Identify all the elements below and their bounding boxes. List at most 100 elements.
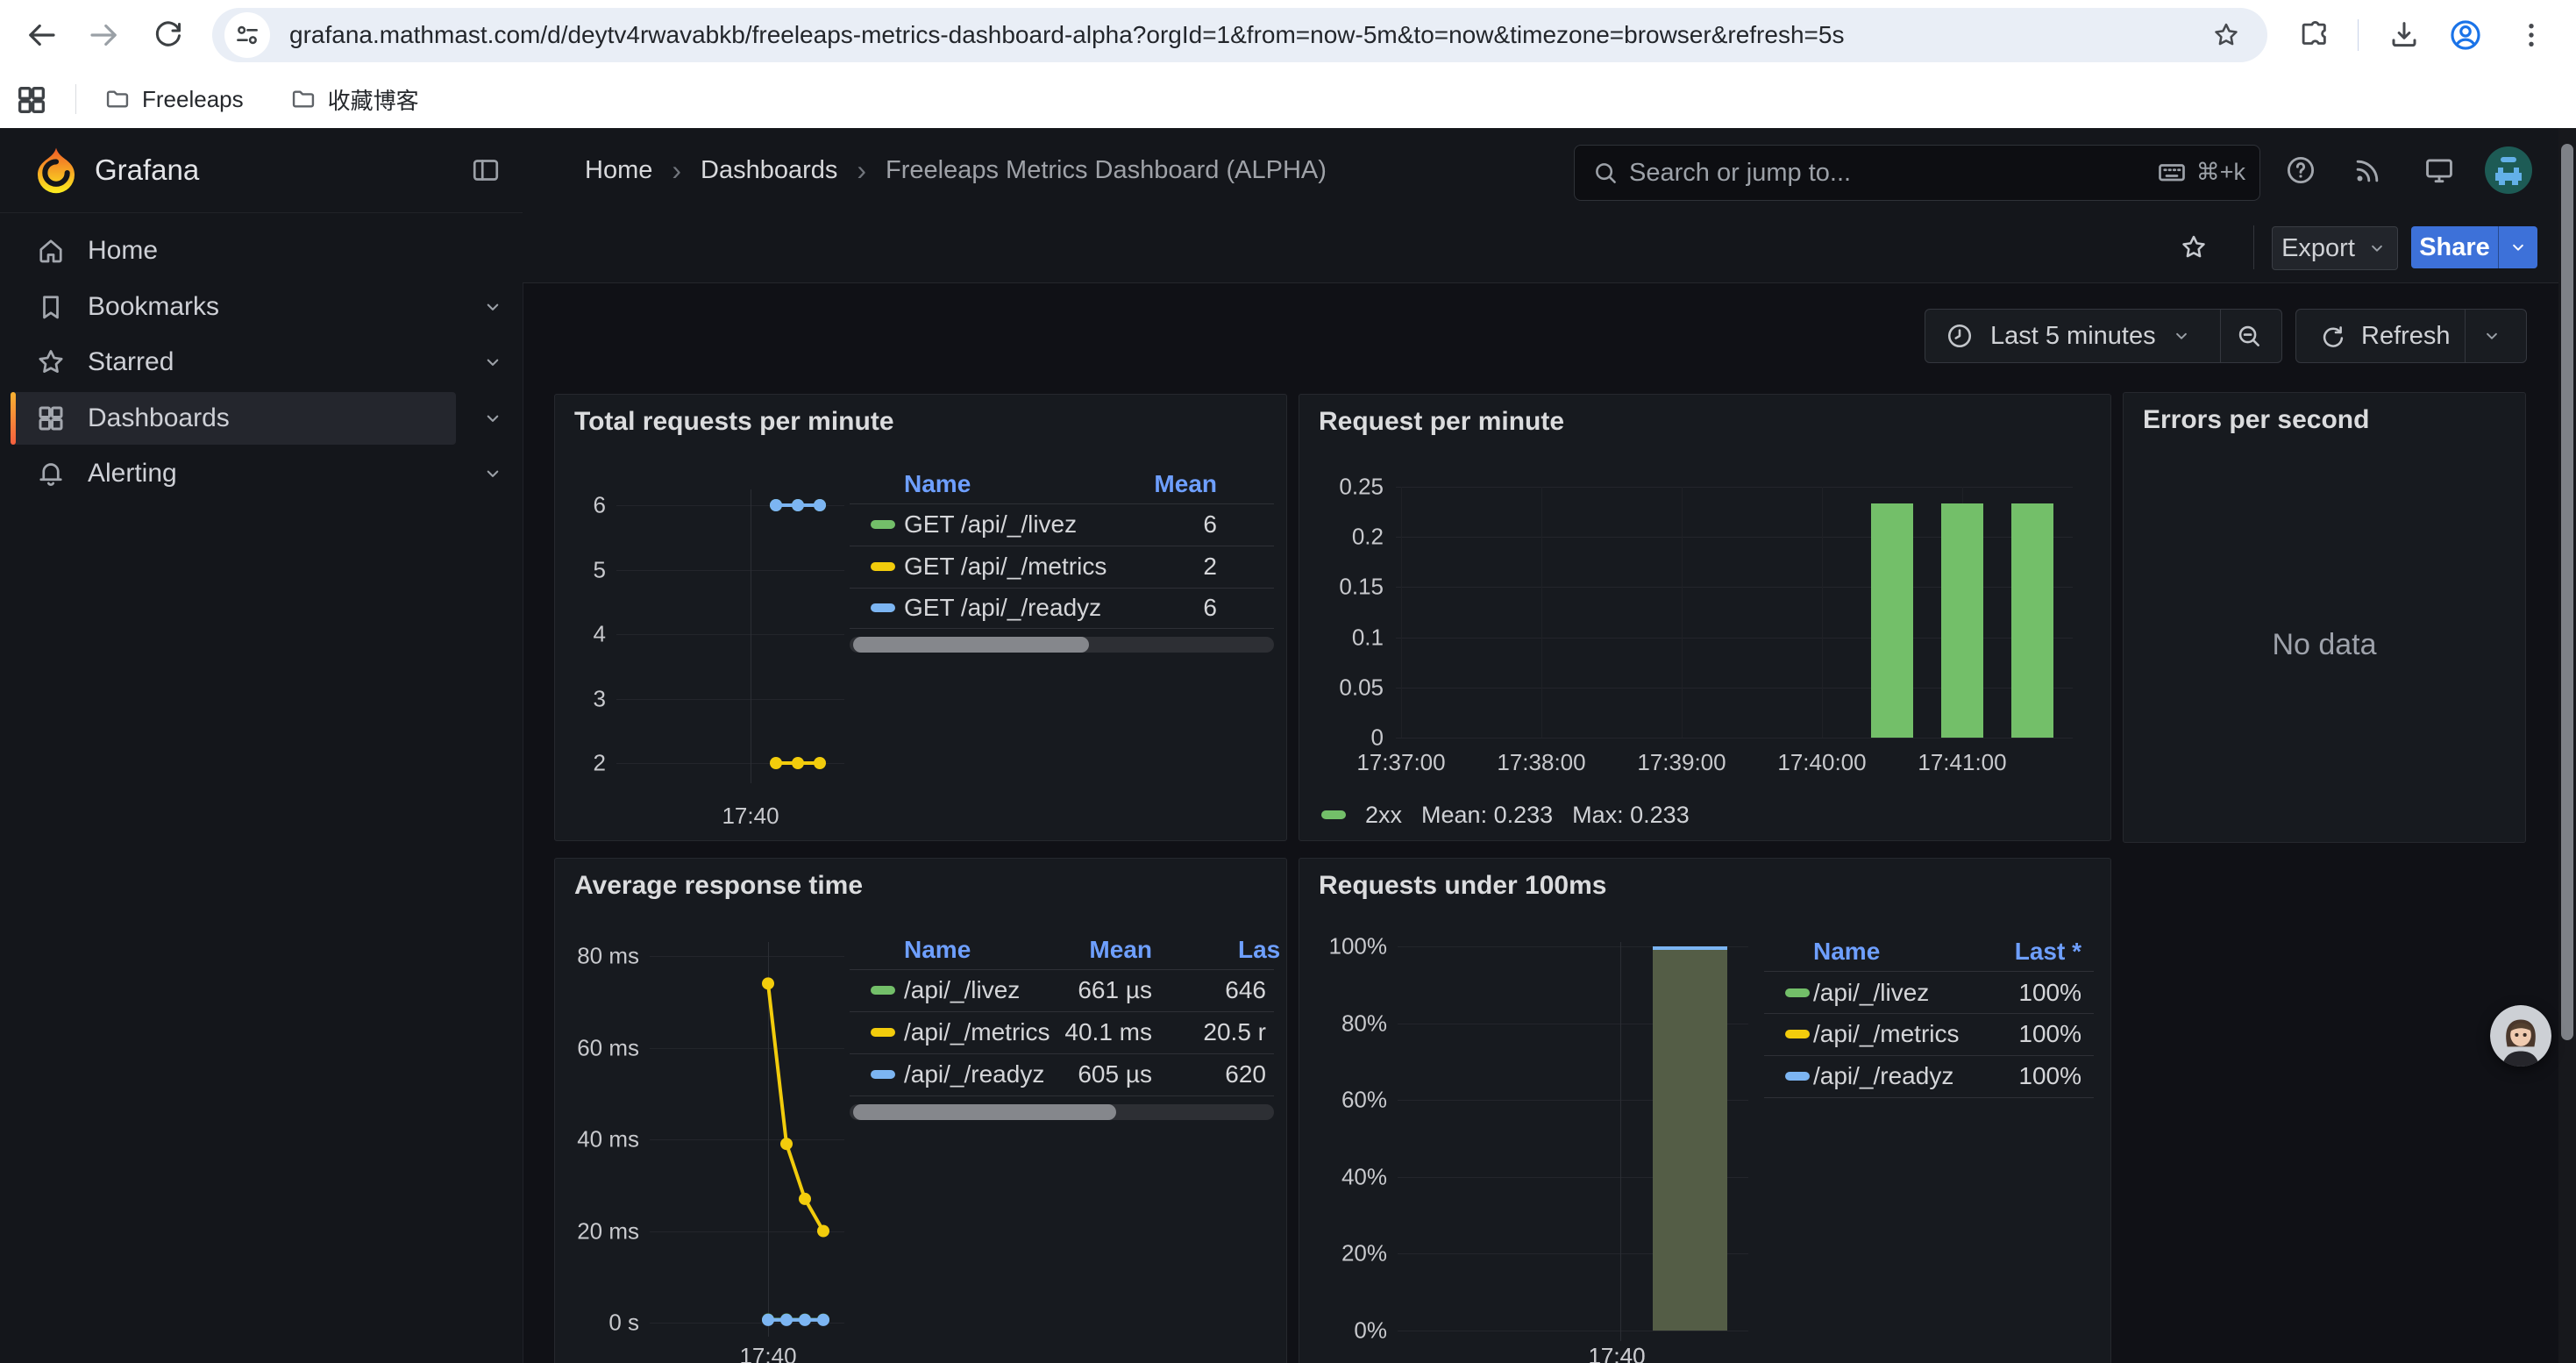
apps-grid-icon[interactable]: [14, 82, 49, 118]
breadcrumb-separator: ›: [857, 154, 866, 187]
subheader-divider: [2253, 225, 2254, 269]
x-axis-label: 17:41:00: [1918, 749, 2006, 776]
site-settings-circle[interactable]: [224, 12, 270, 58]
legend-column-header[interactable]: Las: [1238, 936, 1280, 964]
forward-icon[interactable]: [86, 17, 123, 54]
row-separator: [850, 588, 1274, 589]
x-axis-label: 17:40: [1588, 1343, 1645, 1363]
data-point: [817, 1314, 829, 1326]
page-scrollbar-thumb[interactable]: [2561, 144, 2573, 1040]
data-point: [780, 1314, 793, 1326]
gridline-vertical: [1401, 487, 1402, 738]
data-point: [799, 1314, 811, 1326]
panel-total-requests-per-minute: Total requests per minute 6543217:40 Nam…: [554, 394, 1287, 841]
bookmark-star-icon[interactable]: [2211, 20, 2241, 50]
row-separator: [1764, 1097, 2094, 1098]
share-menu-chevron[interactable]: [2498, 226, 2537, 268]
reload-icon[interactable]: [151, 18, 186, 53]
breadcrumb-item[interactable]: Home: [585, 156, 652, 185]
gridline-vertical: [1682, 487, 1683, 738]
data-point: [814, 757, 826, 769]
y-axis-label: 0.1: [1299, 624, 1384, 652]
bookmark-item[interactable]: 收藏博客: [289, 83, 419, 116]
x-axis-label: 17:40:00: [1777, 749, 1866, 776]
bookmarks-divider: [75, 84, 76, 114]
collapse-sidebar-icon[interactable]: [470, 154, 502, 186]
browser-menu-icon[interactable]: [2515, 18, 2548, 52]
grafana-topnav: Home›Dashboards›Freeleaps Metrics Dashbo…: [523, 128, 2558, 213]
x-axis-label: 17:39:00: [1637, 749, 1726, 776]
data-point: [770, 757, 782, 769]
data-point: [792, 757, 804, 769]
bookmark-icon: [35, 291, 67, 323]
gridline: [1396, 738, 2073, 739]
grafana-logo[interactable]: [32, 146, 81, 195]
legend-column-header[interactable]: Last *: [1764, 938, 2081, 966]
user-avatar[interactable]: [2485, 146, 2532, 194]
y-axis-label: 60%: [1299, 1087, 1387, 1114]
floating-assistant-avatar[interactable]: [2490, 1005, 2551, 1067]
row-separator: [850, 1053, 1274, 1054]
row-separator: [850, 1011, 1274, 1012]
legend-column-header[interactable]: Mean: [850, 936, 1152, 964]
url-text[interactable]: grafana.mathmast.com/d/deytv4rwavabkb/fr…: [289, 8, 1844, 62]
search-shortcut: ⌘+k: [2156, 146, 2245, 198]
favorite-star-icon[interactable]: [2179, 232, 2209, 262]
extensions-icon[interactable]: [2297, 18, 2330, 52]
legend-cell-value: 6: [850, 594, 1217, 622]
data-point: [762, 1314, 774, 1326]
help-icon[interactable]: [2284, 153, 2317, 187]
legend-column-header[interactable]: Mean: [850, 470, 1217, 498]
share-button[interactable]: Share: [2411, 226, 2537, 268]
chevron-down-icon[interactable]: [480, 350, 505, 375]
legend-cell-value: 100%: [1764, 1062, 2081, 1090]
breadcrumb: Home›Dashboards›Freeleaps Metrics Dashbo…: [585, 128, 1327, 212]
legend-series-name[interactable]: 2xx: [1365, 802, 1402, 829]
chevron-down-icon[interactable]: [480, 461, 505, 486]
site-settings-icon[interactable]: [232, 20, 262, 50]
export-button[interactable]: Export: [2272, 226, 2398, 270]
panel-request-per-minute: Request per minute 0.250.20.150.10.05017…: [1299, 394, 2111, 841]
panel-title[interactable]: Errors per second: [2143, 405, 2369, 435]
sidebar-item-alerting[interactable]: Alerting: [11, 447, 456, 500]
profile-icon[interactable]: [2447, 17, 2484, 54]
address-bar[interactable]: grafana.mathmast.com/d/deytv4rwavabkb/fr…: [212, 8, 2267, 62]
bookmark-item[interactable]: Freeleaps: [103, 85, 244, 113]
chevron-down-icon[interactable]: [480, 295, 505, 319]
legend-cell-value: 2: [850, 553, 1217, 581]
news-rss-icon[interactable]: [2352, 153, 2385, 187]
downloads-icon[interactable]: [2387, 18, 2422, 53]
sidebar-item-bookmarks[interactable]: Bookmarks: [11, 281, 456, 333]
tv-mode-icon[interactable]: [2423, 153, 2456, 187]
time-range-picker[interactable]: Last 5 minutes: [1925, 309, 2282, 363]
sidebar-item-dashboards[interactable]: Dashboards: [11, 392, 456, 445]
row-separator: [1764, 1055, 2094, 1056]
dashboard-subheader: Export Share: [523, 212, 2558, 283]
breadcrumb-item[interactable]: Dashboards: [701, 156, 837, 185]
row-separator: [850, 503, 1274, 504]
bar: [1871, 503, 1913, 738]
chevron-down-icon: [2170, 325, 2193, 347]
y-axis-label: 0.15: [1299, 574, 1384, 601]
x-axis-label: 17:37:00: [1356, 749, 1445, 776]
legend-cell-value: 646: [850, 976, 1266, 1004]
bar-chart[interactable]: 0.250.20.150.10.05017:37:0017:38:0017:39…: [1299, 395, 2110, 840]
search-box[interactable]: ⌘+k: [1574, 145, 2260, 201]
refresh-interval-chevron[interactable]: [2480, 325, 2503, 347]
refresh-icon: [2317, 321, 2347, 351]
search-input[interactable]: [1627, 146, 2122, 200]
sidebar-item-home[interactable]: Home: [11, 225, 456, 277]
legend-table: NameLast */api/_/livez100%/api/_/metrics…: [1764, 859, 2094, 1363]
bookmarks-bar: Freeleaps 收藏博客: [0, 70, 2576, 129]
breadcrumb-separator: ›: [672, 154, 681, 187]
sidebar-item-starred[interactable]: Starred: [11, 336, 456, 389]
refresh-button[interactable]: Refresh: [2295, 309, 2527, 363]
chevron-down-icon[interactable]: [480, 406, 505, 431]
back-icon[interactable]: [23, 17, 60, 54]
zoom-out-icon[interactable]: [2234, 321, 2264, 351]
sidebar-item-label: Dashboards: [88, 403, 230, 433]
legend-hscrollbar-thumb[interactable]: [853, 1104, 1116, 1120]
legend-hscrollbar-thumb[interactable]: [853, 637, 1089, 653]
series-swatch[interactable]: [1321, 810, 1346, 819]
sidebar-header: Grafana: [0, 128, 523, 213]
